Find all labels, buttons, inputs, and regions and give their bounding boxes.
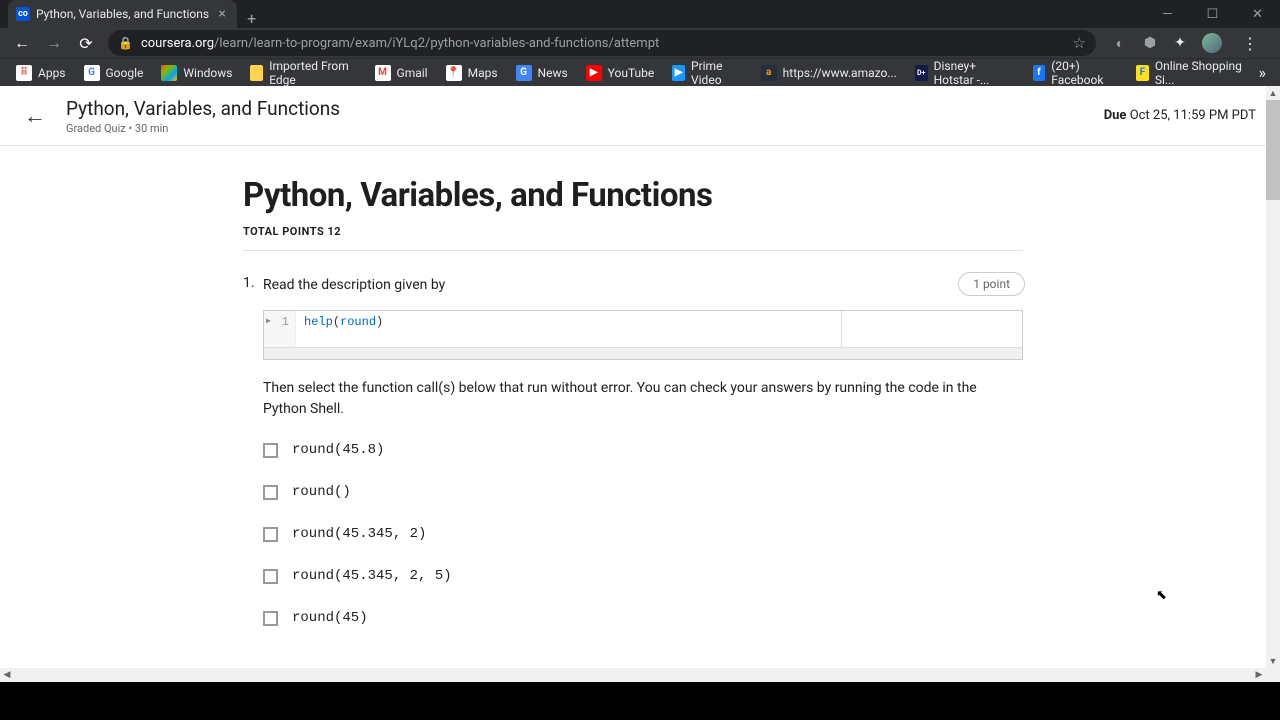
- scroll-right-button[interactable]: ▶: [1252, 668, 1266, 682]
- bookmark-label: YouTube: [608, 66, 655, 80]
- bookmark-gmail[interactable]: MGmail: [367, 61, 436, 85]
- bookmark-label: Gmail: [397, 66, 428, 80]
- extensions-puzzle-icon[interactable]: ✦: [1172, 35, 1188, 51]
- maximize-button[interactable]: ☐: [1190, 0, 1235, 28]
- quiz-header: ← Python, Variables, and Functions Grade…: [0, 86, 1280, 146]
- option-text: round(45): [292, 610, 368, 626]
- bookmark-label: News: [538, 66, 568, 80]
- minimize-button[interactable]: —: [1145, 0, 1190, 28]
- divider: [243, 250, 1023, 251]
- scroll-down-button[interactable]: ▼: [1266, 654, 1280, 668]
- bookmark-label: Maps: [468, 66, 498, 80]
- option-2[interactable]: round(): [263, 484, 1023, 500]
- option-4[interactable]: round(45.345, 2, 5): [263, 568, 1023, 584]
- bookmark-windows[interactable]: Windows: [153, 61, 240, 85]
- option-1[interactable]: round(45.8): [263, 442, 1023, 458]
- new-tab-button[interactable]: +: [237, 9, 266, 28]
- bookmark-label: Imported From Edge: [269, 59, 356, 87]
- tab-title: Python, Variables, and Functions: [36, 7, 209, 21]
- option-5[interactable]: round(45): [263, 610, 1023, 626]
- titlebar: co Python, Variables, and Functions × + …: [0, 0, 1280, 28]
- question-followup: Then select the function call(s) below t…: [263, 378, 1023, 420]
- bookmark-label: Disney+ Hotstar -...: [934, 59, 1015, 87]
- checkbox[interactable]: [263, 569, 278, 584]
- option-text: round(45.345, 2, 5): [292, 568, 452, 584]
- nav-back-button[interactable]: ←: [8, 29, 36, 57]
- bookmark-label: Windows: [183, 66, 232, 80]
- question-prompt: Read the description given by: [263, 275, 1023, 296]
- code-footer: [264, 347, 1022, 359]
- code-gutter: 1: [264, 311, 296, 347]
- bookmark-overflow-button[interactable]: »: [1253, 63, 1273, 82]
- bookmark-news[interactable]: GNews: [508, 61, 576, 85]
- bookmark-maps[interactable]: 📍Maps: [438, 61, 506, 85]
- options-list: round(45.8) round() round(45.345, 2): [263, 442, 1023, 626]
- tab-close-icon[interactable]: ×: [215, 7, 229, 21]
- quiz-header-title: Python, Variables, and Functions: [66, 97, 340, 120]
- scroll-thumb[interactable]: [1266, 100, 1280, 200]
- bookmark-apps[interactable]: ⠿Apps: [8, 61, 74, 85]
- horizontal-scrollbar[interactable]: ◀ ▶: [0, 668, 1266, 682]
- page-content: ← Python, Variables, and Functions Grade…: [0, 86, 1280, 682]
- bookmark-google[interactable]: GGoogle: [76, 61, 152, 85]
- profile-avatar[interactable]: [1202, 33, 1222, 53]
- checkbox[interactable]: [263, 611, 278, 626]
- extension-icon[interactable]: ⬢: [1142, 35, 1158, 51]
- option-text: round(45.8): [292, 442, 384, 458]
- quiz-title: Python, Variables, and Functions: [243, 176, 1023, 215]
- question-1: 1. 1 point Read the description given by…: [243, 275, 1023, 626]
- bookmark-label: Google: [106, 66, 144, 80]
- bookmark-amazon[interactable]: ahttps://www.amazo...: [753, 61, 905, 85]
- option-text: round(): [292, 484, 351, 500]
- url-text: coursera.org/learn/learn-to-program/exam…: [141, 36, 1065, 51]
- reload-button[interactable]: ⟳: [72, 29, 100, 57]
- code-block: 1 help(round): [263, 310, 1023, 360]
- option-3[interactable]: round(45.345, 2): [263, 526, 1023, 542]
- code-line: help(round): [296, 311, 1022, 347]
- checkbox[interactable]: [263, 485, 278, 500]
- taskbar: [0, 682, 1280, 720]
- window-controls: — ☐ ✕: [1145, 0, 1280, 28]
- close-window-button[interactable]: ✕: [1235, 0, 1280, 28]
- bookmark-label: Apps: [38, 66, 66, 80]
- vertical-scrollbar[interactable]: ▲ ▼: [1266, 86, 1280, 682]
- browser-tab[interactable]: co Python, Variables, and Functions ×: [8, 0, 237, 28]
- total-points-label: TOTAL POINTS 12: [243, 225, 1023, 238]
- chrome-menu-button[interactable]: ⋮: [1236, 34, 1264, 53]
- lock-icon: 🔒: [118, 36, 133, 50]
- omnibox[interactable]: 🔒 coursera.org/learn/learn-to-program/ex…: [108, 30, 1096, 56]
- due-date: Due Oct 25, 11:59 PM PDT: [1104, 108, 1256, 123]
- back-arrow-button[interactable]: ←: [24, 103, 46, 129]
- nav-forward-button[interactable]: →: [40, 29, 68, 57]
- scroll-up-button[interactable]: ▲: [1266, 86, 1280, 100]
- extension-icons: ◐ ⬢ ✦ ⋮: [1104, 33, 1272, 53]
- quiz-header-subtitle: Graded Quiz • 30 min: [66, 122, 340, 135]
- tab-favicon-icon: co: [16, 7, 30, 21]
- option-text: round(45.345, 2): [292, 526, 426, 542]
- bookmark-star-icon[interactable]: ☆: [1073, 34, 1086, 52]
- bookmarks-bar: ⠿Apps GGoogle Windows Imported From Edge…: [0, 58, 1280, 86]
- bookmark-label: Prime Video: [691, 59, 743, 87]
- bookmark-label: (20+) Facebook: [1051, 59, 1118, 87]
- bookmark-youtube[interactable]: ▶YouTube: [578, 61, 663, 85]
- tabs-area: co Python, Variables, and Functions × +: [0, 0, 266, 28]
- bookmark-label: Online Shopping Si...: [1155, 59, 1243, 87]
- question-number: 1.: [243, 275, 255, 291]
- checkbox[interactable]: [263, 527, 278, 542]
- checkbox[interactable]: [263, 443, 278, 458]
- points-badge: 1 point: [958, 272, 1025, 296]
- quiz-body: Python, Variables, and Functions TOTAL P…: [0, 146, 1280, 682]
- address-bar: ← → ⟳ 🔒 coursera.org/learn/learn-to-prog…: [0, 28, 1280, 58]
- bookmark-label: https://www.amazo...: [783, 66, 897, 80]
- scroll-left-button[interactable]: ◀: [0, 668, 14, 682]
- extension-icon[interactable]: ◐: [1112, 35, 1128, 51]
